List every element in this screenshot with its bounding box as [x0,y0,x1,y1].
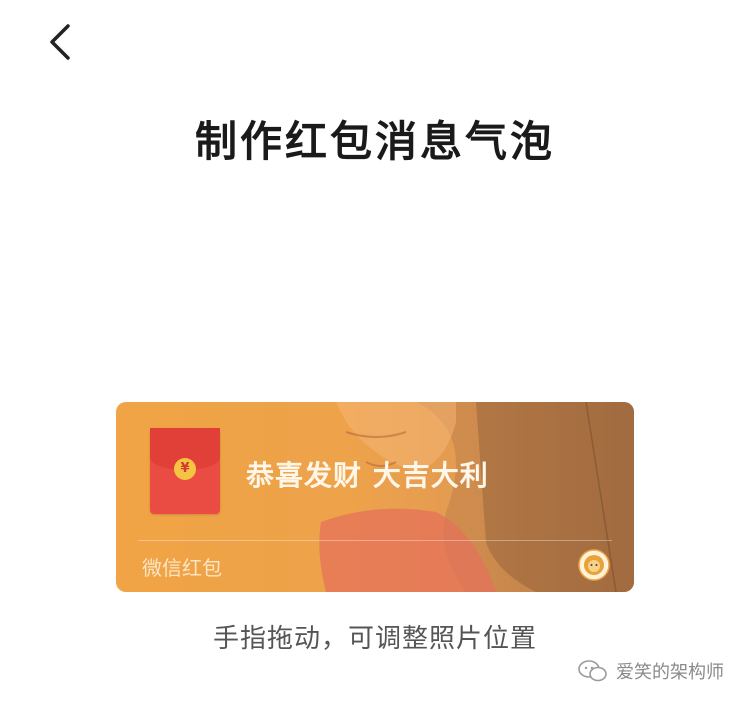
back-button[interactable] [40,20,84,64]
bubble-footer-label: 微信红包 [142,556,222,580]
bubble-message: 恭喜发财 大吉大利 [246,459,489,492]
yuan-coin-icon: ¥ [174,458,196,480]
watermark: 爱笑的架构师 [578,656,724,686]
lion-badge-icon [578,549,610,581]
wechat-official-account-icon [578,660,607,682]
red-packet-bubble-preview[interactable]: ¥ 恭喜发财 大吉大利 微信红包 [116,402,634,592]
drag-hint-text: 手指拖动，可调整照片位置 [212,624,537,654]
watermark-text: 爱笑的架构师 [616,662,724,683]
chevron-left-icon [50,24,70,60]
page-title: 制作红包消息气泡 [194,117,555,166]
red-envelope-icon: ¥ [150,428,220,514]
bubble-divider [138,540,612,541]
